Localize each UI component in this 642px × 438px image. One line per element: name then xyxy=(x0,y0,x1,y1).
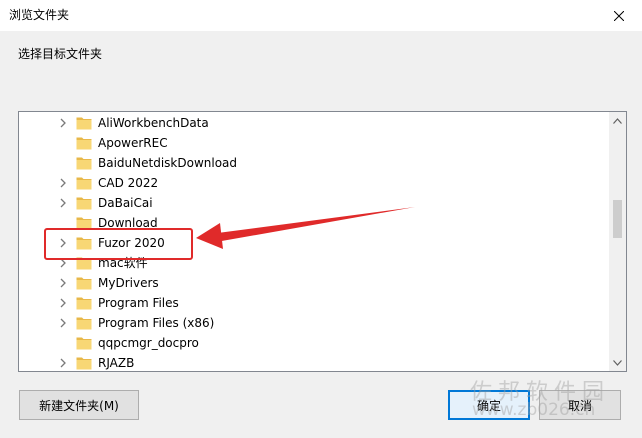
folder-icon xyxy=(76,357,92,370)
chevron-up-icon xyxy=(613,117,622,124)
folder-tree-item-label: RJAZB xyxy=(98,356,135,370)
chevron-right-icon[interactable] xyxy=(58,178,68,188)
watermark: 佐邦软件园 www.zb026.cn xyxy=(470,374,630,434)
chevron-right-icon[interactable] xyxy=(58,358,68,368)
folder-icon xyxy=(76,297,92,310)
folder-tree-item-label: CAD 2022 xyxy=(98,176,159,190)
folder-tree-item[interactable]: qqpcmgr_docpro xyxy=(19,333,608,353)
folder-tree-item[interactable]: Program Files xyxy=(19,293,608,313)
close-button[interactable] xyxy=(596,0,642,31)
folder-icon xyxy=(76,157,92,170)
window-title: 浏览文件夹 xyxy=(9,8,70,22)
vertical-scrollbar[interactable] xyxy=(609,112,626,371)
folder-tree-item[interactable]: BaiduNetdiskDownload xyxy=(19,153,608,173)
folder-tree-item-label: MyDrivers xyxy=(98,276,159,290)
folder-tree-item-label: Program Files (x86) xyxy=(98,316,215,330)
annotation-highlight-box xyxy=(44,228,193,260)
instruction-label: 选择目标文件夹 xyxy=(18,47,103,61)
folder-tree-item[interactable]: CAD 2022 xyxy=(19,173,608,193)
folder-tree-item[interactable]: AliWorkbenchData xyxy=(19,113,608,133)
folder-icon xyxy=(76,317,92,330)
folder-icon xyxy=(76,177,92,190)
folder-tree-item[interactable]: MyDrivers xyxy=(19,273,608,293)
chevron-right-icon[interactable] xyxy=(58,278,68,288)
folder-icon xyxy=(76,117,92,130)
scroll-up-button[interactable] xyxy=(609,112,626,129)
folder-tree-item[interactable]: ApowerREC xyxy=(19,133,608,153)
chevron-right-icon[interactable] xyxy=(58,118,68,128)
folder-icon xyxy=(76,337,92,350)
scroll-thumb[interactable] xyxy=(613,200,622,238)
scroll-down-button[interactable] xyxy=(609,354,626,371)
close-icon xyxy=(614,10,624,21)
folder-icon xyxy=(76,137,92,150)
folder-icon xyxy=(76,277,92,290)
watermark-url: www.zb026.cn xyxy=(472,400,596,420)
folder-tree-item-label: Program Files xyxy=(98,296,179,310)
folder-tree-item[interactable]: Program Files (x86) xyxy=(19,313,608,333)
folder-tree-item-label: AliWorkbenchData xyxy=(98,116,209,130)
annotation-arrow-icon xyxy=(196,207,415,249)
folder-tree-item-label: DaBaiCai xyxy=(98,196,153,210)
folder-icon xyxy=(76,197,92,210)
chevron-right-icon[interactable] xyxy=(58,298,68,308)
title-bar: 浏览文件夹 xyxy=(0,0,642,31)
folder-tree-item[interactable]: RJAZB xyxy=(19,353,608,371)
chevron-right-icon[interactable] xyxy=(58,198,68,208)
chevron-right-icon[interactable] xyxy=(58,318,68,328)
folder-tree-item-label: BaiduNetdiskDownload xyxy=(98,156,238,170)
folder-tree-item-label: ApowerREC xyxy=(98,136,168,150)
folder-tree-item-label: qqpcmgr_docpro xyxy=(98,336,199,350)
chevron-down-icon xyxy=(613,359,622,366)
new-folder-button[interactable]: 新建文件夹(M) xyxy=(19,390,139,420)
